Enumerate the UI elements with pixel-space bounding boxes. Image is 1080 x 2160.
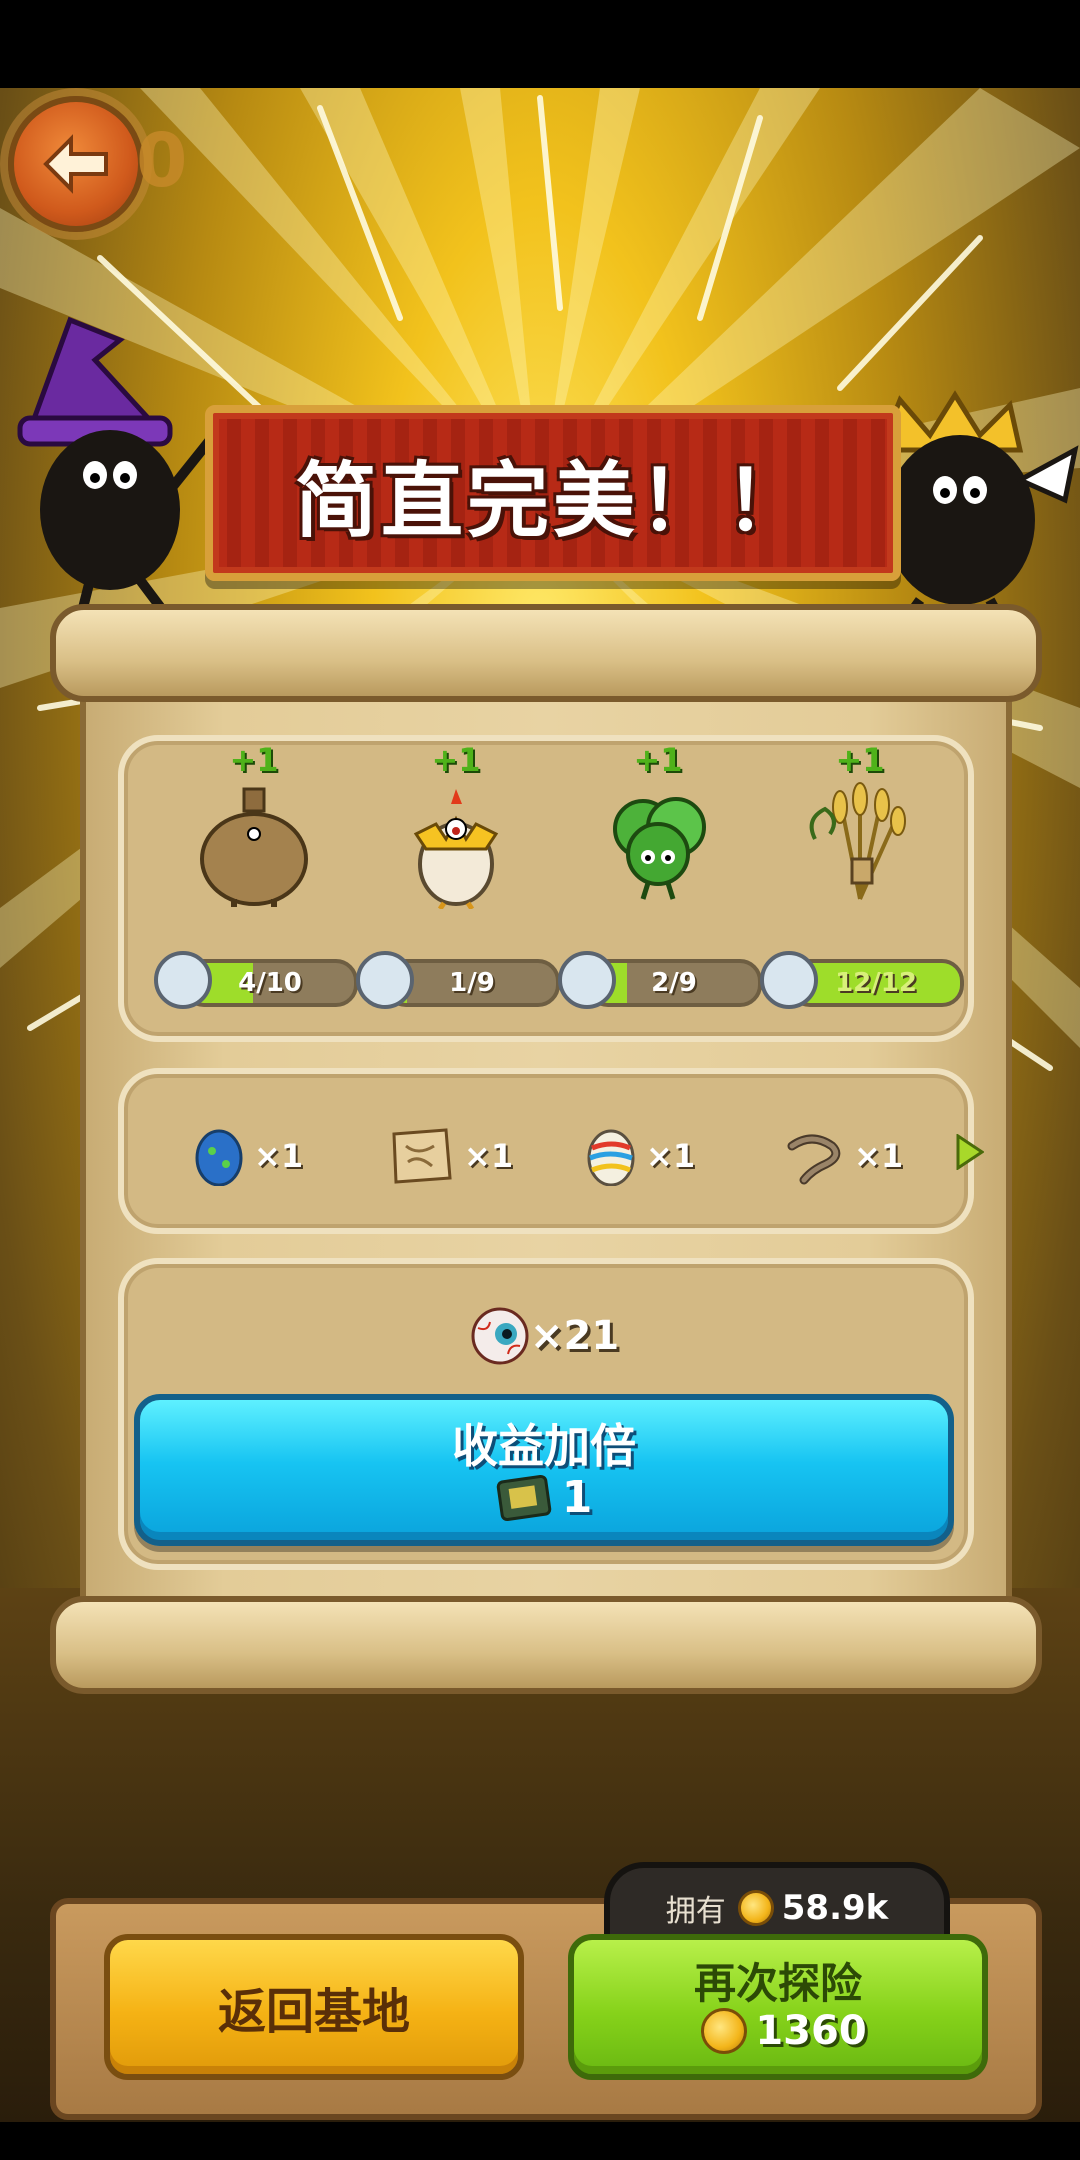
chick-egg-monster-icon: [413, 789, 499, 909]
owned-label: 拥有: [665, 1894, 726, 1929]
skull-icon: [760, 951, 818, 1009]
double-earnings-cost-value: 1: [561, 1472, 593, 1523]
skull-icon: [154, 951, 212, 1009]
coin-icon: [701, 2008, 748, 2054]
double-earnings-button[interactable]: 收益加倍 1: [134, 1394, 954, 1546]
back-button[interactable]: [8, 96, 144, 232]
explore-again-label: 再次探险: [693, 1959, 862, 2008]
item-qty: ×1: [854, 1137, 904, 1175]
item-entry[interactable]: ×1: [586, 1116, 695, 1196]
owned-value: 58.9k: [781, 1888, 889, 1928]
monster-bonus: +1: [835, 741, 885, 779]
wheat-monster-icon: [809, 782, 906, 900]
sack-monster-icon: [200, 787, 308, 907]
worm-icon: [787, 1134, 841, 1185]
item-entry[interactable]: ×1: [194, 1116, 303, 1196]
result-banner: 简直完美！！: [205, 405, 901, 581]
coin-icon: [737, 1890, 774, 1926]
banner-title: 简直完美！！: [294, 453, 811, 549]
arrow-left-icon: [43, 134, 108, 194]
explore-again-cost-value: 1360: [755, 2008, 867, 2054]
rainbow-egg-icon: [587, 1129, 635, 1186]
item-qty: ×1: [464, 1137, 514, 1175]
item-entry[interactable]: ×1: [388, 1116, 513, 1196]
monster-bonus: +1: [431, 741, 481, 779]
monster-card[interactable]: +1 2/9: [558, 741, 762, 1021]
eyeball-icon: [471, 1307, 529, 1365]
return-base-label: 返回基地: [217, 1984, 410, 2040]
back-counter: 0: [136, 118, 188, 204]
explore-again-button[interactable]: 再次探险 1360: [568, 1934, 988, 2080]
item-entry[interactable]: ×1: [784, 1116, 903, 1196]
monster-card[interactable]: +1 4/10: [154, 741, 358, 1021]
skull-icon: [558, 951, 616, 1009]
reward-count: ×21: [530, 1313, 620, 1359]
monster-card[interactable]: +1 1/9: [356, 741, 560, 1021]
monster-bonus: +1: [633, 741, 683, 779]
double-earnings-cost: 1: [140, 1472, 948, 1523]
monsters-panel: +1 4/10 +1 1/9 +1 2/9 +1 12/12: [118, 735, 974, 1042]
items-panel: ×1 ×1 ×1 ×1: [118, 1068, 984, 1234]
scroll-bottom-roll: [50, 1596, 1042, 1694]
scroll-right-arrow-icon[interactable]: [954, 1134, 984, 1170]
skull-icon: [356, 951, 414, 1009]
ticket-icon: [496, 1474, 551, 1521]
explore-again-cost: 1360: [574, 2008, 982, 2054]
monster-card[interactable]: +1 12/12: [760, 741, 964, 1021]
lettuce-monster-icon: [613, 797, 706, 900]
item-qty: ×1: [254, 1137, 304, 1175]
monster-bonus: +1: [229, 741, 279, 779]
item-qty: ×1: [646, 1137, 696, 1175]
reward-entry: ×21: [470, 1306, 619, 1366]
scroll-top-roll: [50, 604, 1042, 702]
blue-egg-icon: [195, 1129, 243, 1186]
return-base-button[interactable]: 返回基地: [104, 1934, 524, 2080]
double-earnings-label: 收益加倍: [452, 1419, 636, 1473]
witch-character: [17, 316, 214, 623]
map-scroll-icon: [392, 1128, 452, 1184]
